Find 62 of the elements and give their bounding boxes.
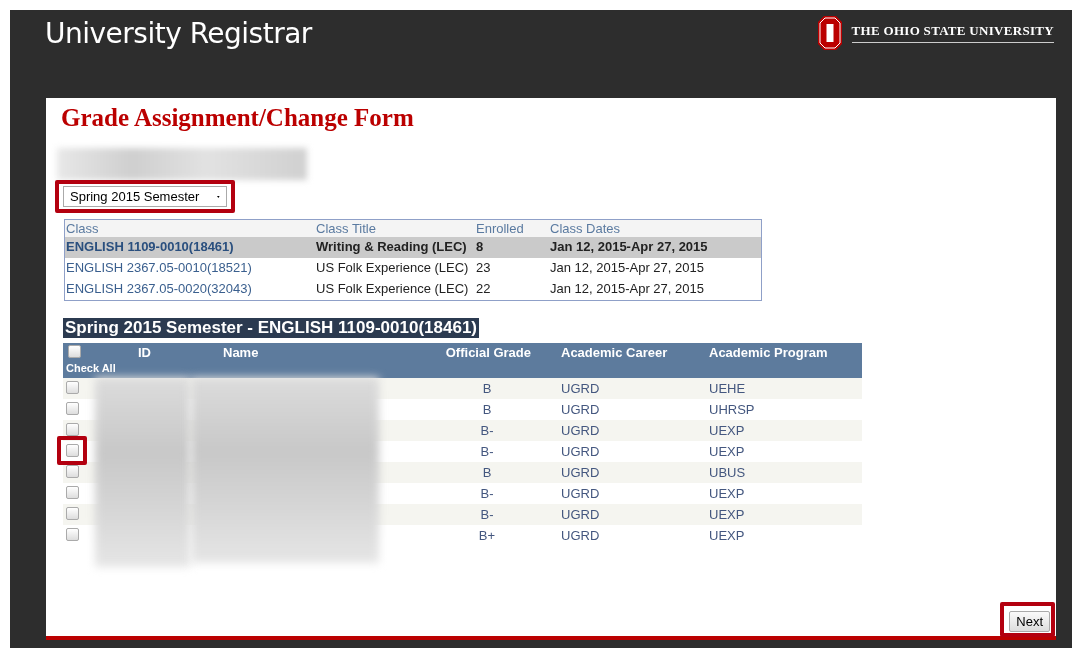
row-checkbox[interactable]	[66, 443, 79, 457]
column-header: Enrolled	[475, 219, 549, 237]
class-link[interactable]: ENGLISH 2367.05-0010(18521)	[66, 260, 252, 275]
table-cell: UEHE	[709, 381, 746, 396]
row-checkbox[interactable]	[66, 506, 79, 520]
table-cell: Jan 12, 2015-Apr 27, 2015	[550, 239, 708, 254]
table-cell: UGRD	[561, 486, 600, 501]
table-cell: UHRSP	[709, 402, 755, 417]
site-title: University Registrar	[45, 17, 312, 50]
row-checkbox[interactable]	[66, 527, 79, 541]
table-cell: B-	[480, 423, 494, 438]
next-button[interactable]: Next	[1009, 611, 1050, 632]
table-cell: UEXP	[709, 528, 745, 543]
roster-heading: Spring 2015 Semester - ENGLISH 1109-0010(18461)	[63, 318, 479, 338]
class-row[interactable]: ENGLISH 2367.05-0010(18521) US Folk Experience (LEC) 23 Jan 12, 2015-Apr 27, 2015	[64, 258, 762, 279]
table-cell: UGRD	[561, 444, 600, 459]
table-cell: Jan 12, 2015-Apr 27, 2015	[550, 260, 704, 275]
check-all-label: Check All	[66, 362, 116, 374]
table-cell: B-	[480, 507, 494, 522]
table-cell: Jan 12, 2015-Apr 27, 2015	[550, 281, 704, 296]
form-title: Grade Assignment/Change Form	[61, 104, 415, 132]
block-o-logo-icon	[817, 16, 842, 50]
table-cell: UEXP	[709, 423, 745, 438]
table-cell: B	[482, 402, 492, 417]
table-cell: UEXP	[709, 444, 745, 459]
table-cell: UGRD	[561, 423, 600, 438]
table-cell: UEXP	[709, 507, 745, 522]
table-cell: B	[482, 381, 492, 396]
row-checkbox[interactable]	[66, 422, 79, 436]
table-cell: US Folk Experience (LEC)	[316, 260, 469, 275]
column-header: Academic Career	[561, 343, 709, 378]
column-header: Class	[64, 219, 315, 237]
class-row[interactable]: ENGLISH 1109-0010(18461) Writing & Reading (LEC) 8 Jan 12, 2015-Apr 27, 2015	[64, 237, 762, 258]
table-cell: UGRD	[561, 381, 600, 396]
table-cell: UGRD	[561, 465, 600, 480]
table-cell: UGRD	[561, 528, 600, 543]
term-dropdown[interactable]: Spring 2015 Semester	[63, 186, 227, 207]
column-header: Official Grade	[383, 343, 561, 378]
table-cell: UGRD	[561, 507, 600, 522]
table-cell: 22	[476, 281, 491, 296]
row-checkbox[interactable]	[66, 485, 79, 499]
column-header: Academic Program	[709, 343, 862, 378]
check-all-checkbox[interactable]	[68, 345, 81, 358]
table-cell: B-	[480, 486, 494, 501]
table-cell: 8	[476, 239, 484, 254]
table-cell: UBUS	[709, 465, 746, 480]
class-link[interactable]: ENGLISH 2367.05-0020(32043)	[66, 281, 252, 296]
row-checkbox[interactable]	[66, 380, 79, 394]
row-checkbox[interactable]	[66, 401, 79, 415]
class-row[interactable]: ENGLISH 2367.05-0020(32043) US Folk Experience (LEC) 22 Jan 12, 2015-Apr 27, 2015	[64, 279, 762, 301]
column-header: Name	[193, 343, 383, 378]
table-cell: UGRD	[561, 402, 600, 417]
table-cell: 23	[476, 260, 491, 275]
table-cell: UEXP	[709, 486, 745, 501]
university-name: THE OHIO STATE UNIVERSITY	[851, 23, 1054, 43]
table-cell: Writing & Reading (LEC)	[316, 239, 467, 254]
table-cell: US Folk Experience (LEC)	[316, 281, 469, 296]
table-cell: B	[482, 465, 492, 480]
table-cell: B+	[478, 528, 496, 543]
column-header: Class Dates	[549, 219, 762, 237]
column-header: Class Title	[315, 219, 475, 237]
table-cell: B-	[480, 444, 494, 459]
